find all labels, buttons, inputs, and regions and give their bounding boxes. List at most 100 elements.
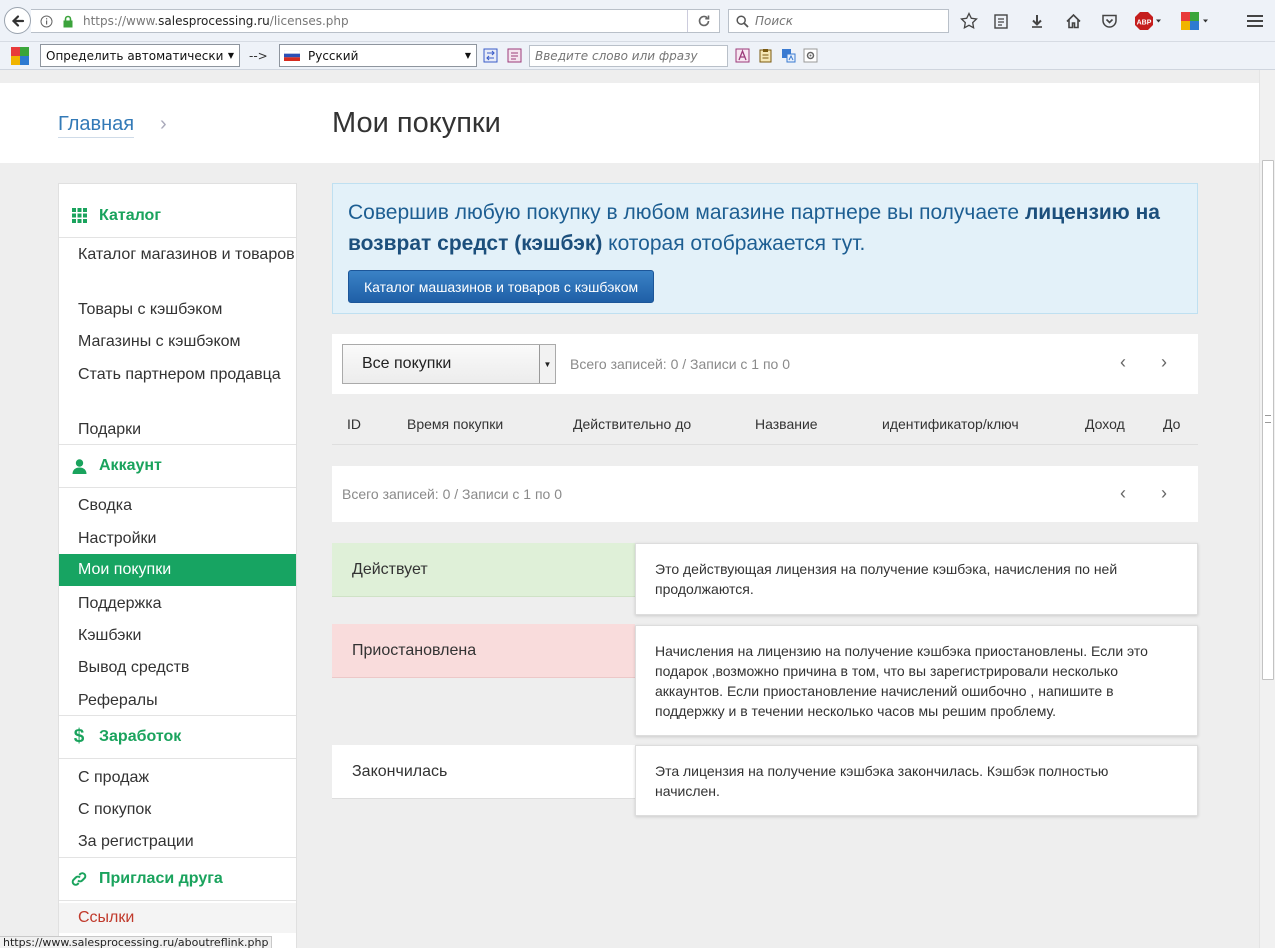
page-scrollbar[interactable] xyxy=(1259,70,1275,948)
sidebar-item-catalog-shops[interactable]: Каталог магазинов и товаров xyxy=(59,243,296,266)
sidebar-section-title: Пригласи друга xyxy=(99,870,223,887)
sidebar-item-become-partner[interactable]: Стать партнером продавца xyxy=(59,363,296,386)
column-header[interactable]: Доход xyxy=(1085,416,1125,432)
swap-languages-icon[interactable] xyxy=(483,48,498,63)
source-language-select[interactable]: Определить автоматически ▼ xyxy=(40,44,240,67)
page-header: Главная › Мои покупки xyxy=(0,83,1259,163)
lock-icon xyxy=(61,14,75,28)
column-header[interactable]: Название xyxy=(755,416,818,432)
sidebar-item-from-purchases[interactable]: С покупок xyxy=(59,798,296,821)
search-icon xyxy=(736,14,749,28)
sidebar-section-title: Заработок xyxy=(99,728,182,745)
sidebar-item-settings[interactable]: Настройки xyxy=(59,527,296,550)
status-bar-link: https://www.salesprocessing.ru/aboutrefl… xyxy=(0,936,273,948)
chevron-down-icon: ▼ xyxy=(539,345,555,383)
sidebar-item-cashback-goods[interactable]: Товары с кэшбэком xyxy=(59,298,296,321)
user-icon xyxy=(70,457,88,475)
target-language-value: Русский xyxy=(308,48,359,63)
column-header[interactable]: До xyxy=(1163,416,1180,432)
breadcrumb-home-link[interactable]: Главная xyxy=(58,113,135,138)
spellcheck-icon[interactable] xyxy=(735,48,750,63)
purchase-filter-select[interactable]: Все покупки ▼ xyxy=(342,344,556,384)
link-icon xyxy=(70,870,88,888)
cashback-info-box: Совершив любую покупку в любом магазине … xyxy=(332,183,1198,314)
sidebar-item-for-registrations[interactable]: За регистрации xyxy=(59,830,296,853)
records-info-top: Всего записей: 0 / Записи с 1 по 0 xyxy=(570,356,791,372)
direction-arrow: --> xyxy=(249,49,268,63)
sidebar-item-from-sales[interactable]: С продаж xyxy=(59,766,296,789)
reload-icon xyxy=(698,15,709,27)
page-title: Мои покупки xyxy=(332,107,501,139)
translator-addon-icon[interactable] xyxy=(1180,10,1210,32)
sidebar: Каталог Каталог магазинов и товаров Това… xyxy=(58,183,297,948)
clipboard-icon[interactable] xyxy=(758,48,773,63)
chevron-down-icon: ▼ xyxy=(227,51,235,60)
sidebar-item-my-purchases[interactable]: Мои покупки xyxy=(59,554,296,586)
reload-button[interactable] xyxy=(687,10,719,32)
status-suspended-description: Начисления на лицензию на получение кэшб… xyxy=(635,625,1198,736)
sidebar-item-cashback-shops[interactable]: Магазины с кэшбэком xyxy=(59,330,296,353)
status-ended-description: Эта лицензия на получение кэшбэка законч… xyxy=(635,745,1198,816)
home-icon[interactable] xyxy=(1062,10,1084,32)
pager-next-top[interactable]: › xyxy=(1161,352,1167,373)
url-text: https://www.salesprocessing.ru/licenses.… xyxy=(83,14,349,28)
info-icon[interactable] xyxy=(39,14,53,28)
pagination-panel: Всего записей: 0 / Записи с 1 по 0 ‹ › xyxy=(332,466,1198,522)
address-bar[interactable]: https://www.salesprocessing.ru/licenses.… xyxy=(31,9,720,33)
pager-next-bottom[interactable]: › xyxy=(1161,483,1167,504)
status-ended-label: Закончилась xyxy=(332,745,635,799)
pager-prev-bottom[interactable]: ‹ xyxy=(1120,483,1126,504)
sidebar-section-earnings: $ Заработок xyxy=(59,715,296,759)
menu-icon[interactable] xyxy=(1244,10,1266,32)
settings-gear-icon[interactable] xyxy=(803,48,818,63)
svg-text:ABP: ABP xyxy=(1137,20,1152,27)
filter-selected-value: Все покупки xyxy=(362,355,452,372)
sidebar-item-withdrawal[interactable]: Вывод средств xyxy=(59,656,296,679)
translate-page-icon[interactable] xyxy=(781,48,796,63)
sidebar-section-catalog: Каталог xyxy=(59,194,296,238)
reading-list-icon[interactable] xyxy=(990,10,1012,32)
sidebar-item-summary[interactable]: Сводка xyxy=(59,494,296,517)
status-suspended-label: Приостановлена xyxy=(332,624,635,678)
translate-input[interactable] xyxy=(529,45,728,67)
pager-prev-top[interactable]: ‹ xyxy=(1120,352,1126,373)
pocket-icon[interactable] xyxy=(1098,10,1120,32)
info-text: Совершив любую покупку в любом магазине … xyxy=(348,201,1160,255)
sidebar-item-links[interactable]: Ссылки xyxy=(59,903,296,933)
breadcrumb-separator: › xyxy=(160,113,167,135)
column-header[interactable]: идентификатор/ключ xyxy=(882,416,1019,432)
browser-search-field[interactable] xyxy=(728,9,949,33)
browser-toolbar: https://www.salesprocessing.ru/licenses.… xyxy=(0,0,1275,42)
sidebar-item-gifts[interactable]: Подарки xyxy=(59,418,296,441)
sidebar-section-account: Аккаунт xyxy=(59,444,296,488)
russia-flag-icon xyxy=(284,50,300,61)
browser-search-input[interactable] xyxy=(755,14,935,28)
arrow-left-icon xyxy=(11,14,24,27)
sidebar-section-invite: Пригласи друга xyxy=(59,857,296,901)
target-language-select[interactable]: Русский ▼ xyxy=(279,44,477,67)
purchases-table-header: ID Время покупки Действительно до Назван… xyxy=(332,404,1198,445)
column-header[interactable]: ID xyxy=(347,416,361,432)
sidebar-section-title: Каталог xyxy=(99,206,161,224)
catalog-button[interactable]: Каталог машазинов и товаров с кэшбэком xyxy=(348,270,655,303)
scrollbar-thumb[interactable] xyxy=(1262,160,1274,680)
dollar-icon: $ xyxy=(73,726,85,747)
sidebar-section-title: Аккаунт xyxy=(99,457,162,474)
column-header[interactable]: Действительно до xyxy=(573,416,691,432)
chevron-down-icon: ▼ xyxy=(464,51,472,60)
sidebar-item-referrals[interactable]: Рефералы xyxy=(59,689,296,712)
back-button[interactable] xyxy=(4,7,31,34)
source-language-value: Определить автоматически xyxy=(46,48,224,63)
column-header[interactable]: Время покупки xyxy=(407,416,503,432)
translator-logo-icon xyxy=(10,46,30,66)
sidebar-item-cashbacks[interactable]: Кэшбэки xyxy=(59,624,296,647)
records-info-bottom: Всего записей: 0 / Записи с 1 по 0 xyxy=(342,486,563,502)
status-active-label: Действует xyxy=(332,543,635,597)
adblock-icon[interactable]: ABP xyxy=(1134,10,1162,32)
sidebar-item-support[interactable]: Поддержка xyxy=(59,592,296,615)
grid-icon xyxy=(70,207,88,225)
bookmark-star-icon[interactable] xyxy=(958,10,980,32)
translator-toolbar: Определить автоматически ▼ --> Русский ▼ xyxy=(0,42,1275,70)
dictionary-icon[interactable] xyxy=(507,48,522,63)
download-icon[interactable] xyxy=(1026,10,1048,32)
